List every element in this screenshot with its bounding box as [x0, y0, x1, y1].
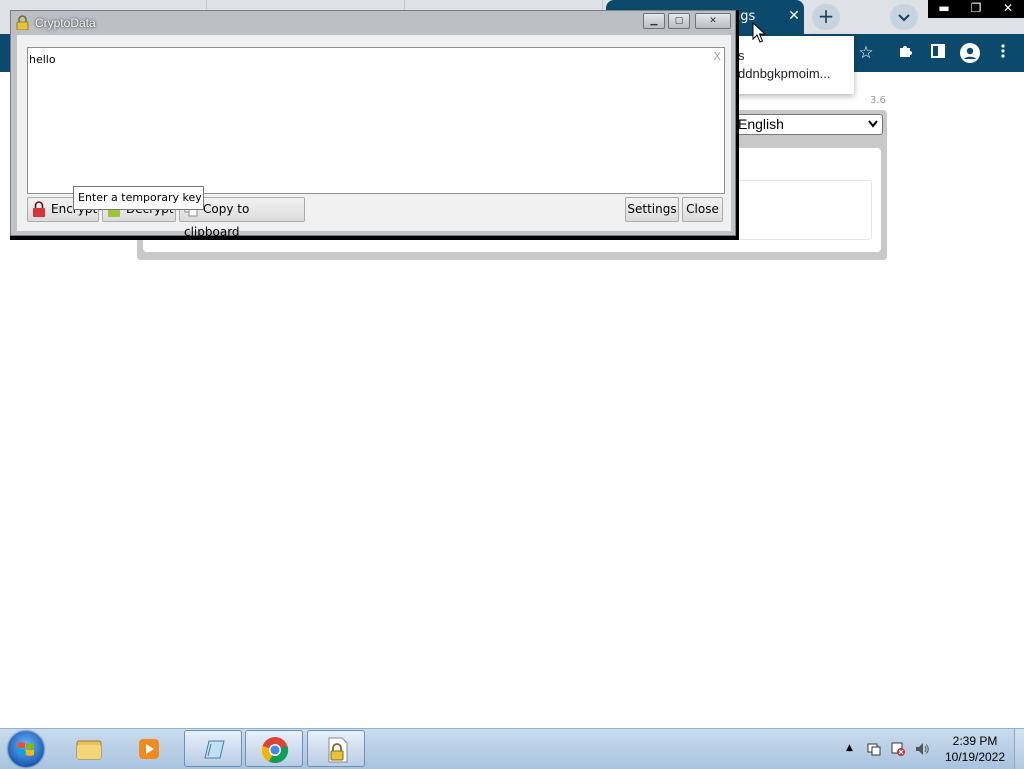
- window-titlebar[interactable]: CryptoData ▁ ▢ ✕: [11, 11, 735, 35]
- taskbar-app-chrome[interactable]: [245, 730, 303, 767]
- folder-icon: [76, 740, 102, 760]
- side-panel-icon[interactable]: [928, 43, 948, 63]
- message-textarea[interactable]: hello X: [27, 47, 725, 194]
- new-tab-button[interactable]: +: [812, 4, 840, 30]
- taskbar-app-explorer[interactable]: [60, 730, 118, 767]
- maximize-button[interactable]: ▢: [668, 13, 690, 29]
- tooltip: Enter a temporary key: [73, 186, 204, 210]
- show-hidden-icons-button[interactable]: ▲: [846, 743, 853, 753]
- chevron-down-icon: [898, 13, 910, 21]
- mouse-cursor-icon: [752, 22, 766, 43]
- lock-icon: [16, 15, 29, 30]
- tab-close-icon[interactable]: ✕: [784, 6, 804, 26]
- system-clock[interactable]: 2:39 PM 10/19/2022: [940, 733, 1010, 765]
- taskbar-app-cryptodata[interactable]: [307, 730, 365, 767]
- windows-logo-icon: [18, 742, 34, 756]
- taskbar: ▲ 2:39 PM 10/19/2022: [0, 728, 1024, 769]
- chevron-down-icon: [868, 115, 878, 136]
- message-text: hello: [29, 53, 56, 66]
- settings-button[interactable]: Settings: [625, 197, 679, 222]
- menu-icon[interactable]: [993, 43, 1013, 63]
- extension-id-text: ddnbgkpmoim...: [738, 66, 831, 81]
- star-icon[interactable]: ☆: [856, 43, 876, 63]
- window-title: CryptoData: [35, 16, 96, 30]
- clock-time: 2:39 PM: [952, 734, 998, 748]
- language-select-value: English: [738, 116, 784, 132]
- minimize-button[interactable]: ▁: [643, 13, 665, 29]
- extension-menu-popup: s ddnbgkpmoim...: [732, 36, 854, 94]
- show-desktop-button[interactable]: [1014, 729, 1024, 769]
- close-app-button[interactable]: Close: [682, 197, 723, 222]
- clear-text-button[interactable]: X: [713, 50, 721, 63]
- tab-search-button[interactable]: [890, 4, 918, 30]
- profile-icon[interactable]: [960, 43, 980, 63]
- network-icon[interactable]: [890, 741, 906, 757]
- extensions-icon[interactable]: [896, 43, 916, 63]
- restore-button[interactable]: ❐: [960, 0, 992, 18]
- lock-file-icon: [328, 737, 348, 763]
- taskbar-app-notepad[interactable]: [184, 730, 242, 767]
- language-select[interactable]: English: [733, 114, 883, 135]
- notepad-icon: [204, 740, 225, 759]
- chrome-icon: [261, 737, 289, 764]
- close-button[interactable]: ✕: [695, 13, 731, 29]
- taskbar-app-media-player[interactable]: [120, 730, 178, 767]
- clock-date: 10/19/2022: [944, 750, 1006, 764]
- browser-window-controls: ▬ ❐ ✕: [928, 0, 1024, 18]
- media-player-icon: [139, 739, 159, 759]
- minimize-button[interactable]: ▬: [928, 0, 960, 18]
- start-button[interactable]: [8, 731, 44, 767]
- version-label: 3.6: [870, 95, 886, 106]
- close-button[interactable]: ✕: [992, 0, 1024, 18]
- lock-icon: [33, 200, 45, 217]
- volume-icon[interactable]: [914, 741, 930, 757]
- action-center-icon[interactable]: [866, 741, 882, 757]
